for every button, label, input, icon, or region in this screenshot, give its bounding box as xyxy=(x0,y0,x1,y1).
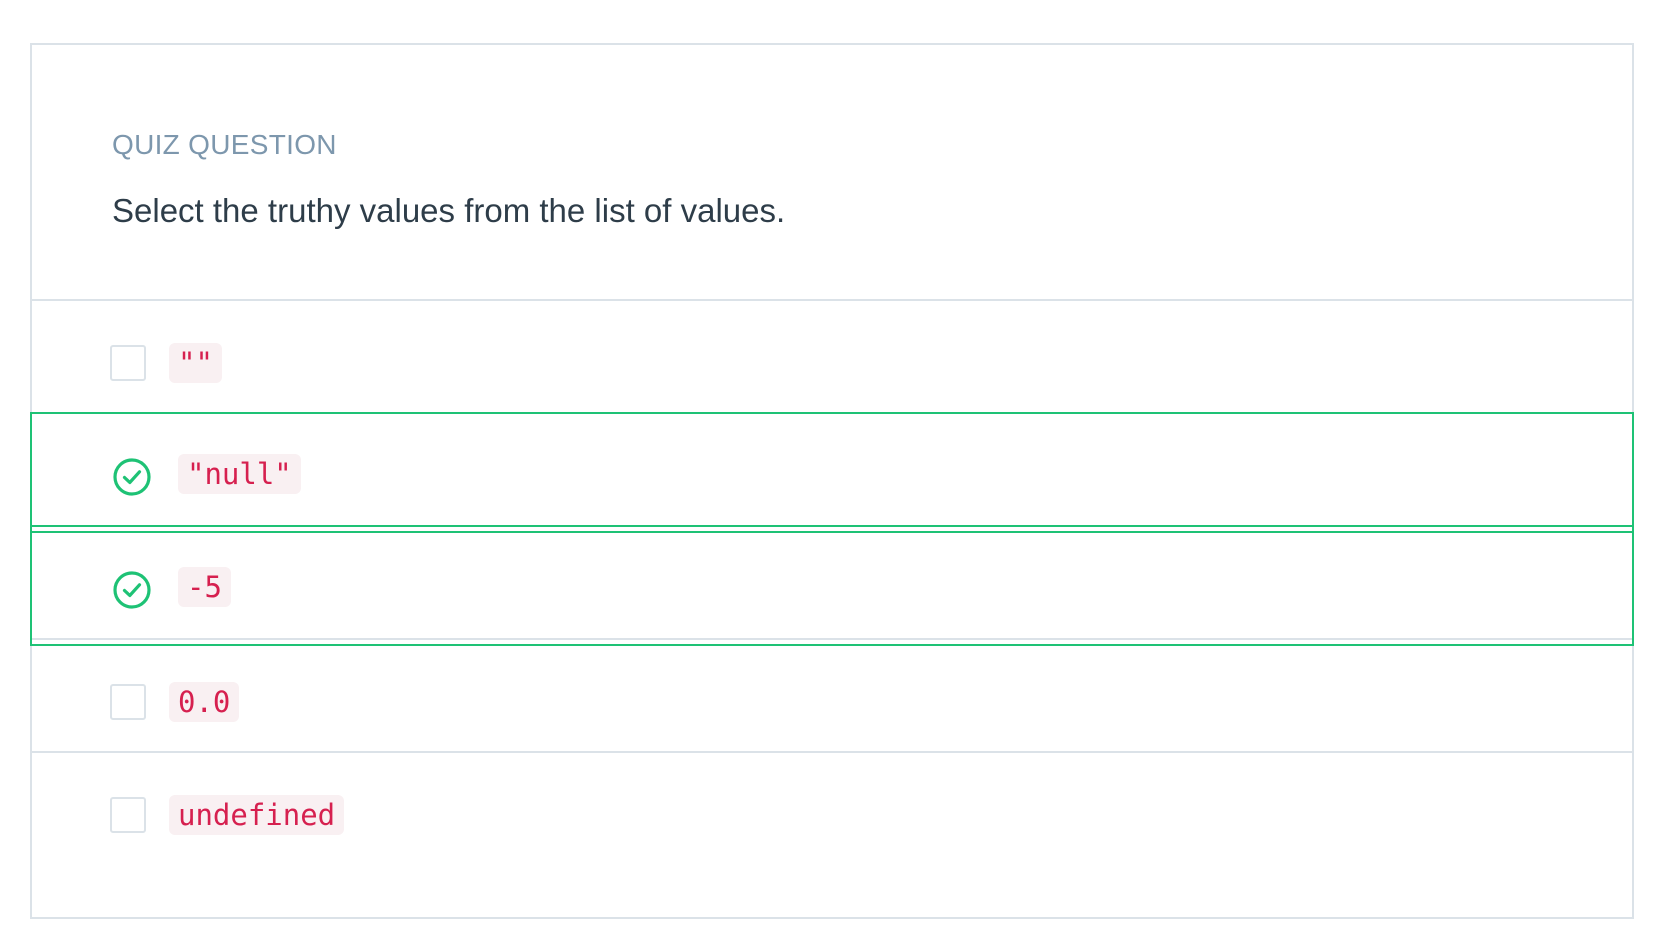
quiz-prompt: Select the truthy values from the list o… xyxy=(112,192,786,229)
option-checkbox[interactable] xyxy=(110,797,146,833)
check-circle-icon[interactable] xyxy=(111,456,153,498)
option-negative-five[interactable]: -5 xyxy=(30,525,1634,646)
option-undefined[interactable]: undefined xyxy=(30,751,1634,872)
option-null-string[interactable]: "null" xyxy=(30,412,1634,533)
quiz-eyebrow: QUIZ QUESTION xyxy=(112,129,337,160)
check-circle-icon[interactable] xyxy=(111,569,153,611)
quiz-header: QUIZ QUESTION Select the truthy values f… xyxy=(32,45,1632,319)
option-checkbox[interactable] xyxy=(110,684,146,720)
option-zero-float[interactable]: 0.0 xyxy=(30,638,1634,759)
option-code-label: -5 xyxy=(178,567,231,607)
option-code-label: "" xyxy=(169,343,222,383)
option-empty-string[interactable]: "" xyxy=(30,299,1634,420)
option-code-label: undefined xyxy=(169,795,345,835)
option-checkbox[interactable] xyxy=(110,345,146,381)
option-code-label: "null" xyxy=(178,454,301,494)
quiz-card: QUIZ QUESTION Select the truthy values f… xyxy=(30,43,1634,919)
option-code-label: 0.0 xyxy=(169,682,240,722)
